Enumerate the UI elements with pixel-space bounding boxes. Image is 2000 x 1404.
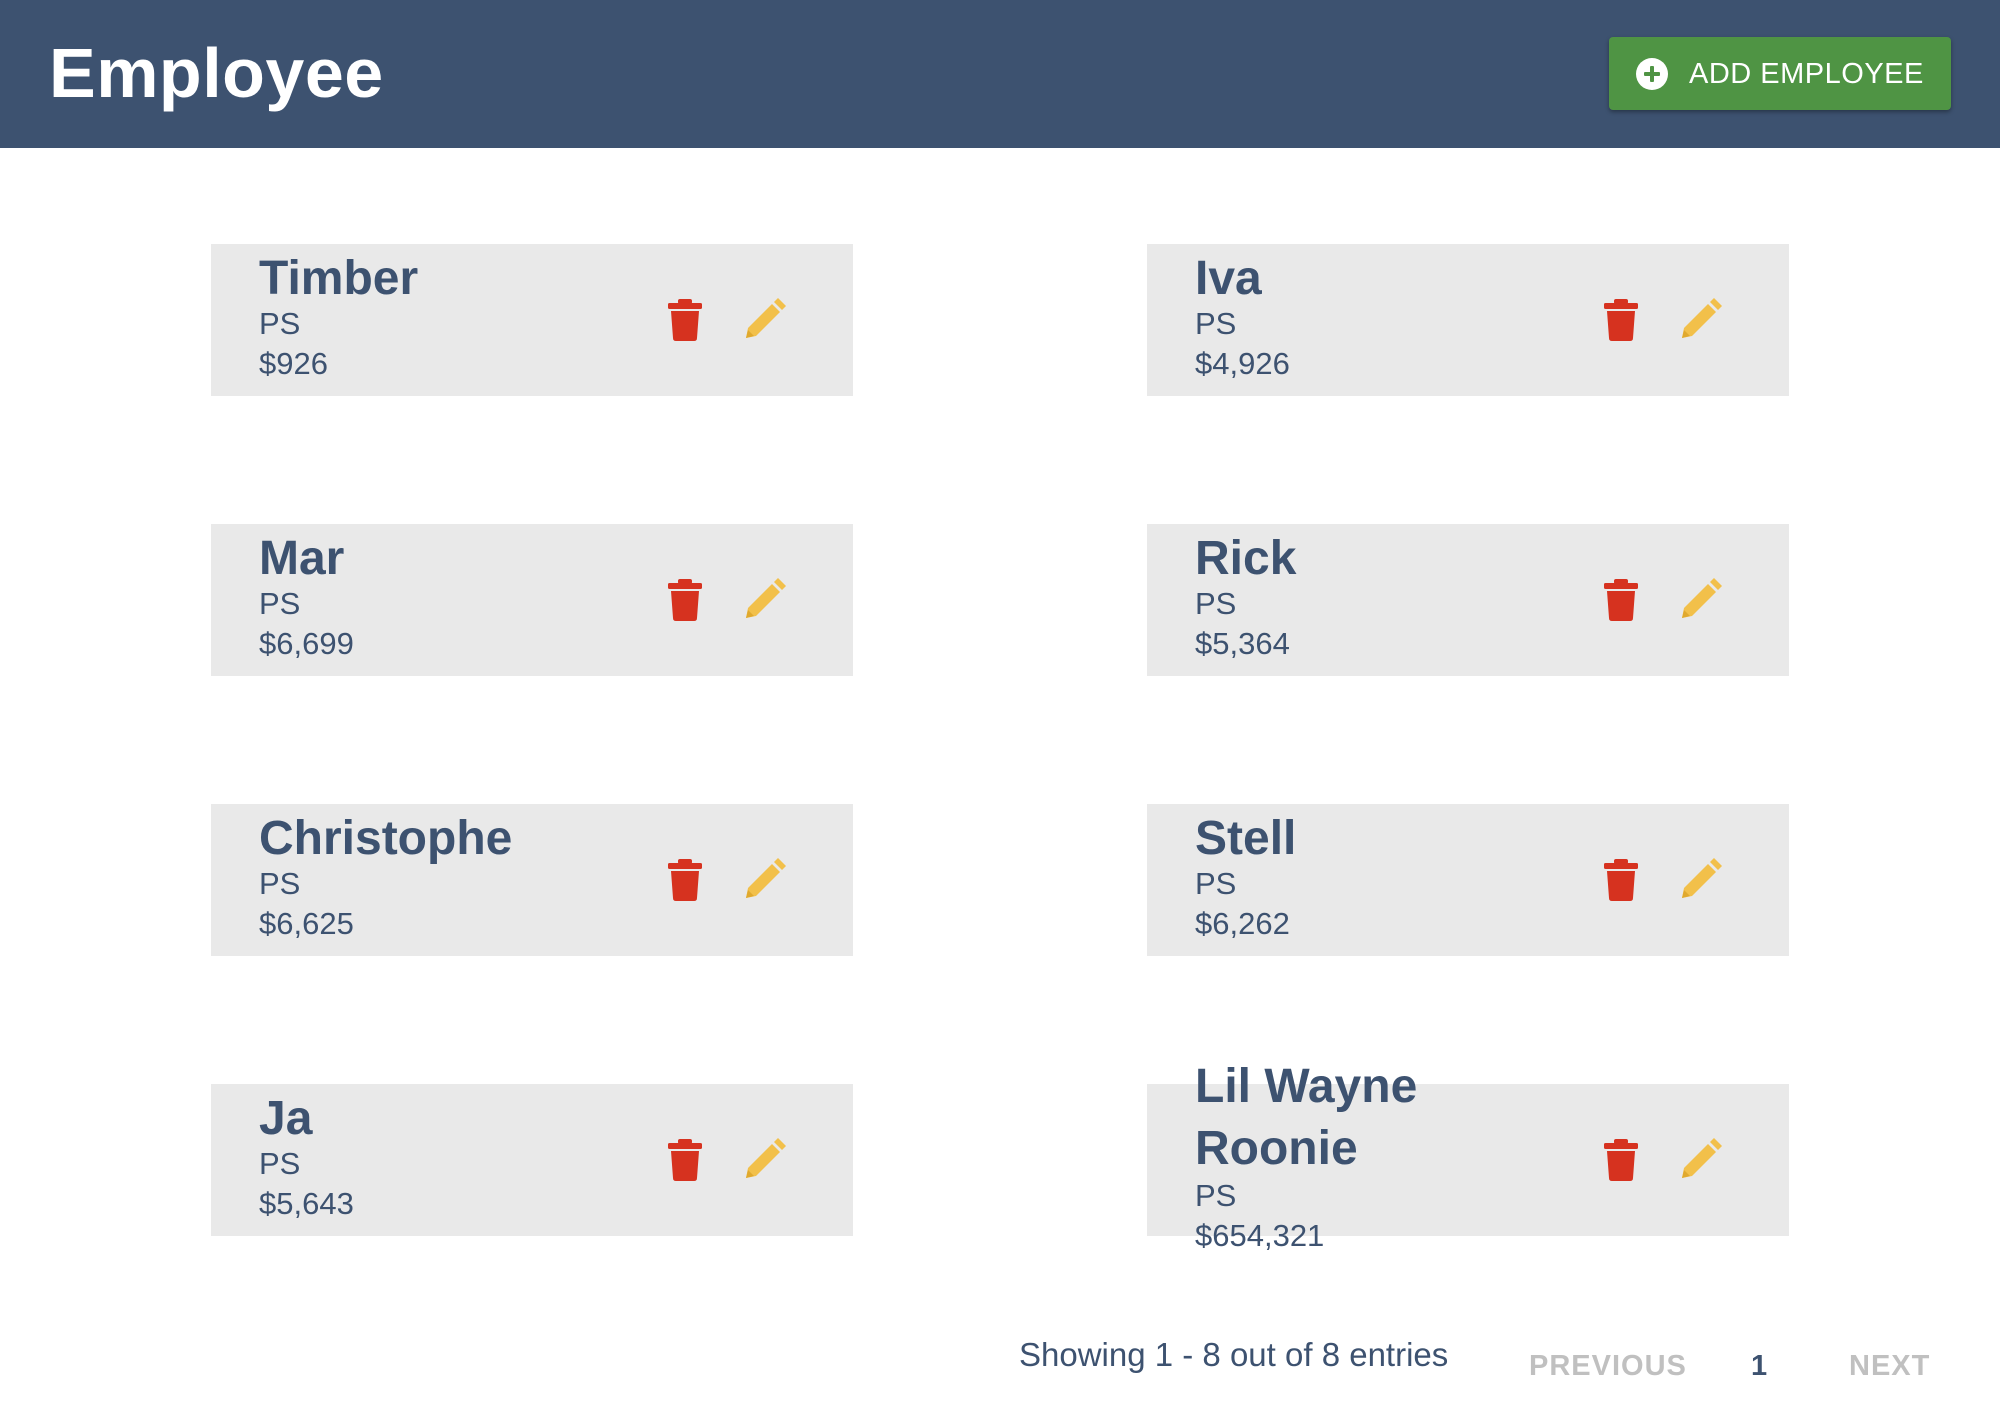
employee-name: Rick	[1195, 532, 1297, 585]
employee-name: Ja	[259, 1092, 313, 1145]
employee-name-line-1: Lil Wayne	[1195, 1060, 1418, 1113]
employee-name: Stell	[1195, 812, 1297, 865]
add-employee-button[interactable]: ADD EMPLOYEE	[1609, 37, 1951, 110]
pencil-icon[interactable]	[742, 1138, 786, 1182]
page-number-button[interactable]: 1	[1751, 1348, 1767, 1384]
entries-status: Showing 1 - 8 out of 8 entries	[1019, 1336, 1449, 1373]
employee-name: Iva	[1195, 252, 1262, 305]
previous-page-button[interactable]: PREVIOUS	[1529, 1348, 1687, 1384]
employee-salary: $4,926	[1195, 346, 1290, 381]
trash-icon[interactable]	[668, 299, 702, 341]
employee-name: Mar	[259, 532, 345, 585]
header-bar: Employee ADD EMPLOYEE	[0, 0, 2000, 148]
trash-icon[interactable]	[1604, 859, 1638, 901]
employee-card: Ja PS $5,643	[211, 1084, 853, 1236]
employee-card: Timber PS $926	[211, 244, 853, 396]
employee-card: Mar PS $6,699	[211, 524, 853, 676]
trash-icon[interactable]	[668, 1139, 702, 1181]
next-page-button[interactable]: NEXT	[1849, 1348, 1930, 1384]
trash-icon[interactable]	[668, 579, 702, 621]
pencil-icon[interactable]	[742, 578, 786, 622]
employee-salary: $5,364	[1195, 626, 1290, 661]
pencil-icon[interactable]	[1678, 1138, 1722, 1182]
pencil-icon[interactable]	[1678, 858, 1722, 902]
employee-card: Rick PS $5,364	[1147, 524, 1789, 676]
employee-salary: $6,699	[259, 626, 354, 661]
employee-card: Lil Wayne Roonie PS $654,321	[1147, 1060, 1789, 1253]
employee-name: Timber	[259, 252, 419, 305]
employee-role: PS	[259, 866, 301, 901]
employee-name: Christophe	[259, 812, 513, 865]
employee-role: PS	[1195, 586, 1237, 621]
pencil-icon[interactable]	[1678, 298, 1722, 342]
employee-role: PS	[1195, 866, 1237, 901]
employee-salary: $654,321	[1195, 1218, 1325, 1253]
employee-role: PS	[259, 586, 301, 621]
pencil-icon[interactable]	[1678, 578, 1722, 622]
employee-card: Christophe PS $6,625	[211, 804, 853, 956]
employee-role: PS	[1195, 1178, 1237, 1213]
employee-salary: $6,262	[1195, 906, 1290, 941]
pencil-icon[interactable]	[742, 858, 786, 902]
employee-salary: $6,625	[259, 906, 354, 941]
employee-role: PS	[259, 306, 301, 341]
employee-role: PS	[259, 1146, 301, 1181]
employee-card: Iva PS $4,926	[1147, 244, 1789, 396]
trash-icon[interactable]	[1604, 299, 1638, 341]
employee-card: Stell PS $6,262	[1147, 804, 1789, 956]
employee-name-line-2: Roonie	[1195, 1122, 1358, 1175]
page-title: Employee	[49, 34, 384, 112]
trash-icon[interactable]	[668, 859, 702, 901]
plus-circle-icon	[1636, 58, 1668, 90]
trash-icon[interactable]	[1604, 579, 1638, 621]
trash-icon[interactable]	[1604, 1139, 1638, 1181]
add-employee-label: ADD EMPLOYEE	[1689, 58, 1924, 90]
employee-salary: $5,643	[259, 1186, 354, 1221]
employee-salary: $926	[259, 346, 328, 381]
pencil-icon[interactable]	[742, 298, 786, 342]
employee-role: PS	[1195, 306, 1237, 341]
